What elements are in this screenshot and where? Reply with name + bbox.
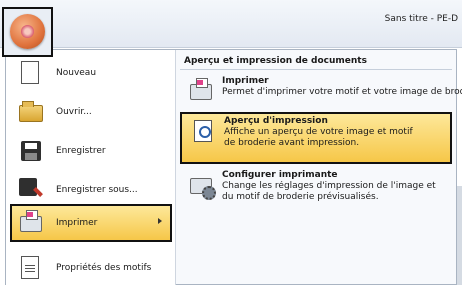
print-preview-icon [190,118,218,146]
menu-item-open[interactable]: Ouvrir... [12,95,170,129]
submenu-item-print-preview[interactable]: Aperçu d'impression Affiche un aperçu de… [180,112,452,164]
menu-item-pattern-properties[interactable]: Propriétés des motifs [12,251,170,285]
menu-item-save-as[interactable]: Enregistrer sous... [12,173,170,207]
submenu-item-printer-setup-description: Change les réglages d'impression de l'im… [222,181,436,202]
menu-item-print-label: Imprimer [56,218,98,228]
properties-icon [18,255,44,281]
submenu-arrow-icon [158,218,162,224]
submenu-item-printer-setup[interactable]: Configurer imprimante Change les réglage… [180,168,452,214]
save-icon [18,138,44,164]
submenu-item-print-preview-description: Affiche un aperçu de votre image et moti… [224,127,413,148]
menu-item-open-label: Ouvrir... [56,107,92,117]
application-menu: Nouveau Ouvrir... Enregistrer Enregistre… [5,49,462,285]
open-folder-icon [18,99,44,125]
app-orb-icon [10,14,45,49]
menu-item-save[interactable]: Enregistrer [12,134,170,168]
application-menu-button[interactable] [2,7,53,57]
submenu-item-printer-setup-title: Configurer imprimante [222,170,338,180]
print-icon [188,78,216,106]
menu-item-new[interactable]: Nouveau [12,56,170,90]
title-bar: Sans titre - PE-D [0,0,462,48]
submenu-header: Aperçu et impression de documents [180,56,452,70]
print-submenu: Aperçu et impression de documents Imprim… [176,50,462,285]
menu-item-save-label: Enregistrer [56,146,106,156]
window-title: Sans titre - PE-D [384,14,458,24]
scrollbar[interactable] [457,186,462,285]
menu-item-new-label: Nouveau [56,68,97,78]
application-menu-left-pane: Nouveau Ouvrir... Enregistrer Enregistre… [6,50,176,285]
submenu-item-print-description: Permet d'imprimer votre motif et votre i… [222,87,462,97]
printer-settings-icon [188,172,216,200]
menu-item-save-as-label: Enregistrer sous... [56,185,138,195]
submenu-item-print-preview-title: Aperçu d'impression [224,116,328,126]
menu-item-pattern-properties-label: Propriétés des motifs [56,263,152,273]
submenu-item-print-title: Imprimer [222,76,269,86]
save-as-icon [18,177,44,203]
menu-item-print[interactable]: Imprimer [10,204,172,242]
new-document-icon [18,60,44,86]
print-icon [18,210,44,236]
